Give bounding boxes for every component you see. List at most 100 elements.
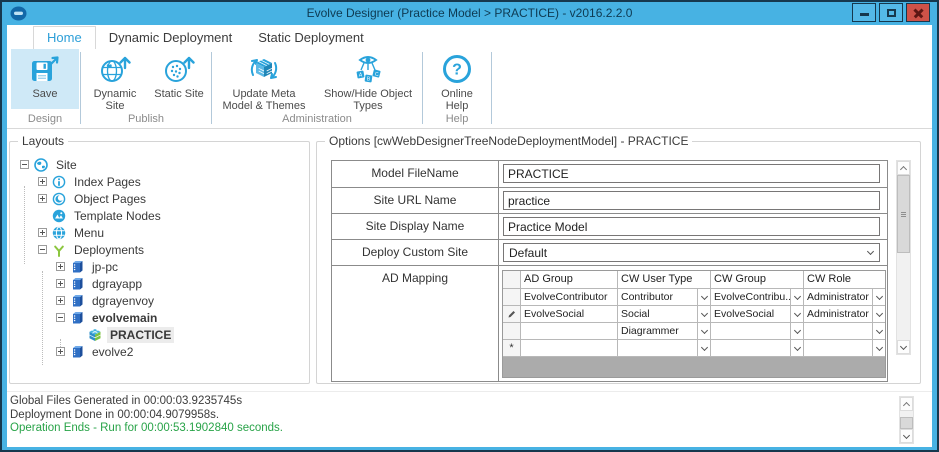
options-scrollbar[interactable]: [896, 160, 911, 355]
chevron-down-icon: [793, 292, 800, 299]
row-selector[interactable]: [503, 323, 521, 339]
site-url-name-input[interactable]: [503, 191, 880, 210]
tree-item-index-pages[interactable]: Index Pages: [14, 173, 305, 190]
scroll-down-button[interactable]: [897, 340, 910, 354]
scrollbar-track[interactable]: [897, 253, 910, 340]
show-hide-object-types-button[interactable]: ABC Show/Hide Object Types: [315, 49, 421, 109]
expander-minus-icon[interactable]: [20, 160, 29, 169]
cw-role-cell[interactable]: [804, 323, 885, 339]
grid-row[interactable]: EvolveSocial Social EvolveSocial Adminis…: [503, 306, 885, 323]
col-header-ad-group[interactable]: AD Group: [521, 271, 618, 288]
minimize-button[interactable]: [852, 3, 876, 22]
tree-item-dgrayapp[interactable]: dgrayapp: [14, 275, 305, 292]
tab-home[interactable]: Home: [33, 26, 96, 49]
combo-dropdown-button[interactable]: [697, 306, 710, 322]
expander-minus-icon[interactable]: [38, 245, 47, 254]
expander-plus-icon[interactable]: [38, 194, 47, 203]
client-area: Home Dynamic Deployment Static Deploymen…: [7, 25, 932, 447]
combo-dropdown-button[interactable]: [697, 289, 710, 305]
grid-row[interactable]: EvolveContributor Contributor EvolveCont…: [503, 289, 885, 306]
col-header-cw-user-type[interactable]: CW User Type: [618, 271, 711, 288]
save-button[interactable]: Save: [11, 49, 79, 109]
grid-row[interactable]: Diagrammer: [503, 323, 885, 340]
model-filename-input[interactable]: [503, 164, 880, 183]
update-meta-model-button[interactable]: Update Meta Model & Themes: [213, 49, 315, 109]
cw-role-cell[interactable]: Administrator: [804, 289, 885, 305]
combo-dropdown-button[interactable]: [697, 340, 710, 356]
row-selector[interactable]: [503, 289, 521, 305]
ad-group-cell[interactable]: [521, 340, 618, 356]
maximize-button[interactable]: [879, 3, 903, 22]
combo-dropdown-button[interactable]: [790, 306, 803, 322]
combo-dropdown-button[interactable]: [872, 289, 885, 305]
scroll-up-button[interactable]: [897, 161, 910, 175]
combo-value: EvolveSocial: [711, 306, 790, 322]
chevron-up-icon: [903, 402, 910, 409]
cw-group-cell[interactable]: EvolveContribu...: [711, 289, 804, 305]
cw-group-cell[interactable]: [711, 340, 804, 356]
expander-plus-icon[interactable]: [56, 262, 65, 271]
cw-group-cell[interactable]: EvolveSocial: [711, 306, 804, 322]
expander-plus-icon[interactable]: [38, 228, 47, 237]
cw-group-cell[interactable]: [711, 323, 804, 339]
combo-dropdown-button[interactable]: [697, 323, 710, 339]
static-site-button[interactable]: Static Site: [148, 49, 210, 109]
combo-dropdown-button[interactable]: [790, 323, 803, 339]
row-selector-new[interactable]: *: [503, 340, 521, 356]
tree-item-menu[interactable]: Menu: [14, 224, 305, 241]
expander-plus-icon[interactable]: [56, 347, 65, 356]
scroll-down-button[interactable]: [900, 429, 913, 443]
expander-plus-icon[interactable]: [56, 279, 65, 288]
deploy-custom-site-value: Default: [504, 246, 868, 260]
model-cube-icon: [88, 328, 102, 342]
form-row-model-filename: Model FileName: [332, 161, 887, 187]
site-display-name-input[interactable]: [503, 217, 880, 236]
col-header-cw-group[interactable]: CW Group: [711, 271, 804, 288]
cw-user-type-cell[interactable]: [618, 340, 711, 356]
tree-item-practice[interactable]: PRACTICE: [14, 326, 305, 343]
cw-user-type-cell[interactable]: Social: [618, 306, 711, 322]
main-content: Layouts Site Index Pages: [7, 129, 932, 391]
combo-dropdown-button[interactable]: [872, 340, 885, 356]
online-help-button[interactable]: ? Online Help: [424, 49, 490, 109]
expander-minus-icon[interactable]: [56, 313, 65, 322]
col-header-cw-role[interactable]: CW Role: [804, 271, 885, 288]
scroll-up-button[interactable]: [900, 397, 913, 411]
ribbon-group-label-design: Design: [28, 113, 62, 128]
tree-item-evolve2[interactable]: evolve2: [14, 343, 305, 360]
scrollbar-thumb[interactable]: [900, 417, 913, 429]
combo-dropdown-button[interactable]: [872, 323, 885, 339]
expander-plus-icon[interactable]: [56, 296, 65, 305]
tree-item-jp-pc[interactable]: jp-pc: [14, 258, 305, 275]
ad-group-cell[interactable]: EvolveSocial: [521, 306, 618, 322]
chevron-down-icon: [700, 309, 707, 316]
tab-dynamic-deployment[interactable]: Dynamic Deployment: [96, 27, 246, 49]
ad-group-cell[interactable]: EvolveContributor: [521, 289, 618, 305]
combo-dropdown-button[interactable]: [790, 289, 803, 305]
log-scrollbar[interactable]: [899, 396, 914, 444]
tree-item-dgrayenvoy[interactable]: dgrayenvoy: [14, 292, 305, 309]
dynamic-site-button[interactable]: Dynamic Site: [82, 49, 148, 109]
cw-user-type-cell[interactable]: Diagrammer: [618, 323, 711, 339]
expander-plus-icon[interactable]: [38, 177, 47, 186]
scrollbar-thumb[interactable]: [897, 175, 910, 253]
tree-item-site[interactable]: Site: [14, 156, 305, 173]
tab-static-deployment[interactable]: Static Deployment: [245, 27, 377, 49]
grid-empty-area: [503, 357, 885, 377]
combo-value: [711, 323, 790, 339]
ad-group-cell[interactable]: [521, 323, 618, 339]
cw-role-cell[interactable]: Administrator: [804, 306, 885, 322]
cw-role-cell[interactable]: [804, 340, 885, 356]
tree-item-template-nodes[interactable]: Template Nodes: [14, 207, 305, 224]
layouts-tree: Site Index Pages Object Pages: [14, 156, 305, 379]
tree-item-object-pages[interactable]: Object Pages: [14, 190, 305, 207]
close-button[interactable]: [906, 3, 930, 22]
row-selector-editing[interactable]: [503, 306, 521, 322]
combo-dropdown-button[interactable]: [872, 306, 885, 322]
combo-dropdown-button[interactable]: [790, 340, 803, 356]
grid-row-new[interactable]: *: [503, 340, 885, 357]
deploy-custom-site-select[interactable]: Default: [503, 243, 880, 262]
tree-item-evolvemain[interactable]: evolvemain: [14, 309, 305, 326]
tree-item-deployments[interactable]: Deployments: [14, 241, 305, 258]
cw-user-type-cell[interactable]: Contributor: [618, 289, 711, 305]
